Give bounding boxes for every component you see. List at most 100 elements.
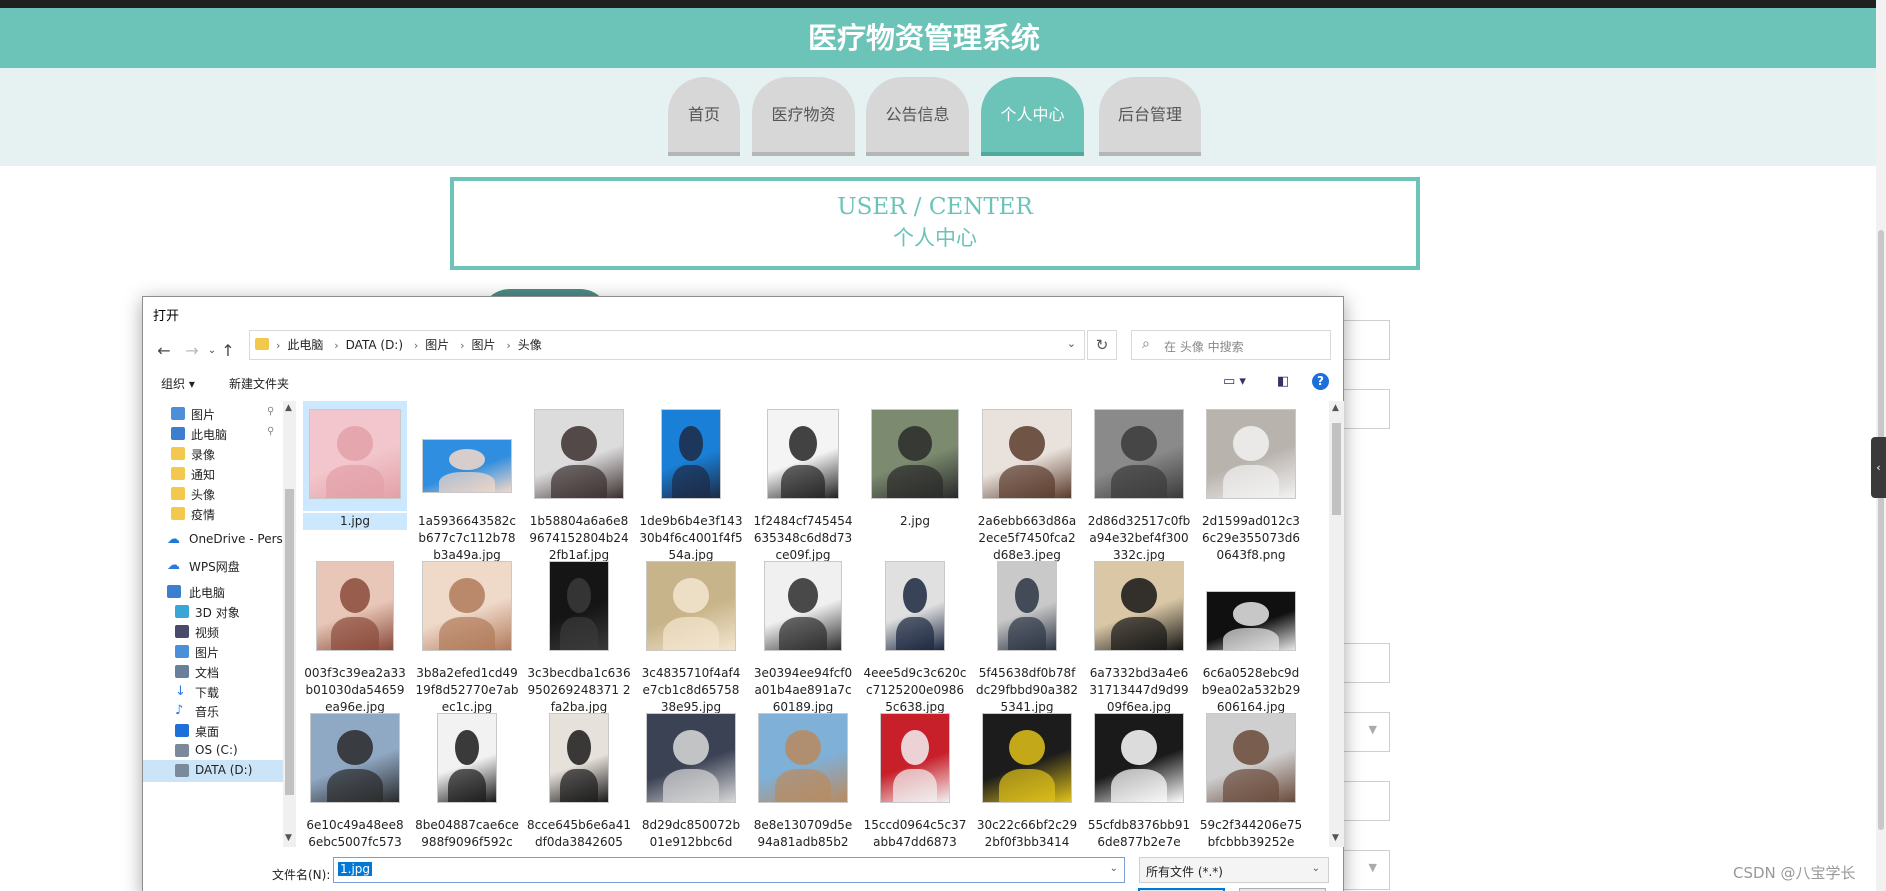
help-icon[interactable]: ? — [1312, 373, 1329, 390]
file-item[interactable]: 1b58804a6a6e89674152804b242fb1af.jpg — [527, 401, 631, 562]
file-type-select[interactable]: 所有文件 (*.*) ⌄ — [1139, 857, 1329, 883]
navigation-scrollbar-thumb[interactable] — [285, 489, 294, 795]
sidebar-item[interactable]: 疫情 — [143, 503, 283, 525]
breadcrumb-item[interactable]: 此电脑 — [287, 338, 323, 352]
file-item[interactable]: 5f45638df0b78fdc29fbbd90a3825341.jpg — [975, 553, 1079, 714]
file-item[interactable]: 2d1599ad012c36c29e355073d60643f8.png — [1199, 401, 1303, 562]
forward-arrow-icon[interactable]: → — [181, 341, 203, 360]
file-item[interactable]: 2a6ebb663d86a2ece5f7450fca2d68e3.jpeg — [975, 401, 1079, 562]
sidebar-item[interactable]: 此电脑 — [143, 581, 283, 603]
file-item[interactable]: 6a7332bd3a4e631713447d9d9909f6ea.jpg — [1087, 553, 1191, 714]
organize-menu[interactable]: 组织 ▾ — [161, 375, 195, 392]
portrait-figure — [780, 464, 826, 498]
breadcrumb-item[interactable]: DATA (D:) — [346, 338, 403, 352]
sidebar-item[interactable]: 3D 对象 — [143, 601, 283, 623]
new-folder-button[interactable]: 新建文件夹 — [229, 375, 289, 392]
file-item[interactable]: 1a5936643582cb677c7c112b78b3a49a.jpg — [415, 401, 519, 562]
nav-tab-home[interactable]: 首页 — [668, 77, 740, 156]
portrait-figure — [1222, 464, 1280, 498]
form-select[interactable]: ▼ — [1338, 850, 1390, 890]
form-select[interactable]: ▼ — [1338, 712, 1390, 752]
sidebar-item[interactable]: 桌面 — [143, 720, 283, 742]
refresh-icon[interactable]: ↻ — [1087, 330, 1117, 360]
nav-tab-user-center[interactable]: 个人中心 — [981, 77, 1084, 156]
scroll-down-icon[interactable]: ▼ — [1332, 833, 1339, 843]
file-item[interactable]: 30c22c66bf2c292bf0f3bb3414 — [975, 705, 1079, 847]
form-field[interactable] — [1338, 320, 1390, 360]
preview-pane-icon[interactable]: ◧ — [1277, 374, 1289, 389]
chevron-down-icon: ▼ — [1368, 723, 1377, 736]
pin-icon: ⚲ — [267, 406, 275, 417]
search-input[interactable]: ⌕ 在 头像 中搜索 — [1131, 330, 1331, 360]
file-item[interactable]: 3c3becdba1c636950269248371 2fa2ba.jpg — [527, 553, 631, 714]
form-field[interactable] — [1338, 781, 1390, 821]
address-bar[interactable]: › 此电脑 › DATA (D:) › 图片 › 图片 › 头像 ⌄ — [249, 330, 1085, 360]
file-item[interactable]: 6c6a0528ebc9db9ea02a532b29606164.jpg — [1199, 553, 1303, 714]
sidebar-item[interactable]: ☁ WPS网盘 — [143, 555, 283, 577]
nav-tab-announcements[interactable]: 公告信息 — [866, 77, 969, 156]
sidebar-item[interactable]: 此电脑 ⚲ — [143, 423, 283, 445]
scroll-up-icon[interactable]: ▲ — [285, 403, 292, 413]
file-thumbnail-image — [549, 713, 609, 803]
up-arrow-icon[interactable]: ↑ — [217, 341, 239, 360]
file-item[interactable]: 3b8a2efed1cd4919f8d52770e7abec1c.jpg — [415, 553, 519, 714]
side-collapse-handle[interactable]: ‹ — [1871, 437, 1886, 498]
file-item[interactable]: 15ccd0964c5c37abb47dd6873 — [863, 705, 967, 847]
sidebar-item[interactable]: 图片 — [143, 641, 283, 663]
file-item[interactable]: 8e8e130709d5e94a81adb85b2 — [751, 705, 855, 847]
form-field[interactable] — [1338, 643, 1390, 683]
computer-icon — [167, 585, 181, 598]
breadcrumb-item[interactable]: 图片 — [472, 338, 496, 352]
sidebar-item[interactable]: ♪ 音乐 — [143, 700, 283, 722]
sidebar-item[interactable]: OS (C:) — [143, 740, 283, 762]
file-item[interactable]: 55cfdb8376bb916de877b2e7e — [1087, 705, 1191, 847]
filename-value[interactable]: 1.jpg — [338, 862, 373, 876]
back-arrow-icon[interactable]: ← — [153, 341, 175, 360]
portrait-figure — [560, 768, 598, 802]
view-mode-icon[interactable]: ▭ ▾ — [1223, 374, 1246, 389]
file-item[interactable]: 6e10c49a48ee86ebc5007fc573 — [303, 705, 407, 847]
file-item[interactable]: 8cce645b6e6a41df0da3842605 — [527, 705, 631, 847]
file-item[interactable]: 4eee5d9c3c620cc7125200e09865c638.jpg — [863, 553, 967, 714]
file-item[interactable]: 1de9b6b4e3f14330b4f6c4001f4f554a.jpg — [639, 401, 743, 562]
file-grid-scrollbar[interactable]: ▲ ▼ — [1329, 401, 1344, 847]
sidebar-item[interactable]: DATA (D:) — [143, 760, 283, 782]
sidebar-item[interactable]: 通知 — [143, 463, 283, 485]
sidebar-item[interactable]: 录像 — [143, 443, 283, 465]
scroll-down-icon[interactable]: ▼ — [285, 833, 292, 843]
nav-tab-admin[interactable]: 后台管理 — [1099, 77, 1201, 156]
scroll-up-icon[interactable]: ▲ — [1332, 403, 1339, 413]
file-grid-scrollbar-thumb[interactable] — [1332, 423, 1341, 515]
sidebar-item[interactable]: 图片 ⚲ — [143, 403, 283, 425]
portrait-figure — [998, 768, 1056, 802]
file-item[interactable]: 3c4835710f4af4e7cb1c8d6575838e95.jpg — [639, 553, 743, 714]
sidebar-item[interactable]: 视频 — [143, 621, 283, 643]
chevron-down-icon[interactable]: ⌄ — [1110, 863, 1118, 874]
file-item[interactable]: 8d29dc850072b01e912bbc6d — [639, 705, 743, 847]
onedrive-icon: ☁ — [167, 532, 180, 547]
portrait-figure — [774, 768, 832, 802]
sidebar-item-label: DATA (D:) — [195, 763, 253, 777]
filename-input[interactable]: 1.jpg ⌄ — [333, 857, 1125, 883]
breadcrumb-item[interactable]: 头像 — [518, 338, 542, 352]
form-field[interactable] — [1338, 389, 1390, 429]
page-scrollbar-thumb[interactable] — [1878, 230, 1884, 830]
file-item[interactable]: 1.jpg — [303, 401, 407, 551]
breadcrumb-item[interactable]: 图片 — [425, 338, 449, 352]
sidebar-item[interactable]: ☁ OneDrive - Perso — [143, 529, 283, 551]
file-item[interactable]: 1f2484cf745454635348c6d8d73ce09f.jpg — [751, 401, 855, 562]
portrait-figure — [438, 616, 496, 650]
file-item[interactable]: 2d86d32517c0fba94e32bef4f300332c.jpg — [1087, 401, 1191, 562]
file-item[interactable]: 59c2f344206e75bfcbbb39252e — [1199, 705, 1303, 847]
file-thumbnail-image — [316, 561, 394, 651]
file-item[interactable]: 2.jpg — [863, 401, 967, 551]
sidebar-item-label: 此电脑 — [191, 428, 228, 442]
sidebar-item[interactable]: 头像 — [143, 483, 283, 505]
chevron-down-icon[interactable]: ⌄ — [1067, 337, 1076, 350]
file-item[interactable]: 003f3c39ea2a33b01030da54659ea96e.jpg — [303, 553, 407, 714]
file-item[interactable]: 8be04887cae6ce988f9096f592c — [415, 705, 519, 847]
file-item[interactable]: 3e0394ee94fcf0a01b4ae891a7c60189.jpg — [751, 553, 855, 714]
navigation-scrollbar[interactable]: ▲ ▼ — [283, 401, 296, 847]
nav-tab-medical-supplies[interactable]: 医疗物资 — [752, 77, 855, 156]
sidebar-item[interactable]: 文档 — [143, 661, 283, 683]
